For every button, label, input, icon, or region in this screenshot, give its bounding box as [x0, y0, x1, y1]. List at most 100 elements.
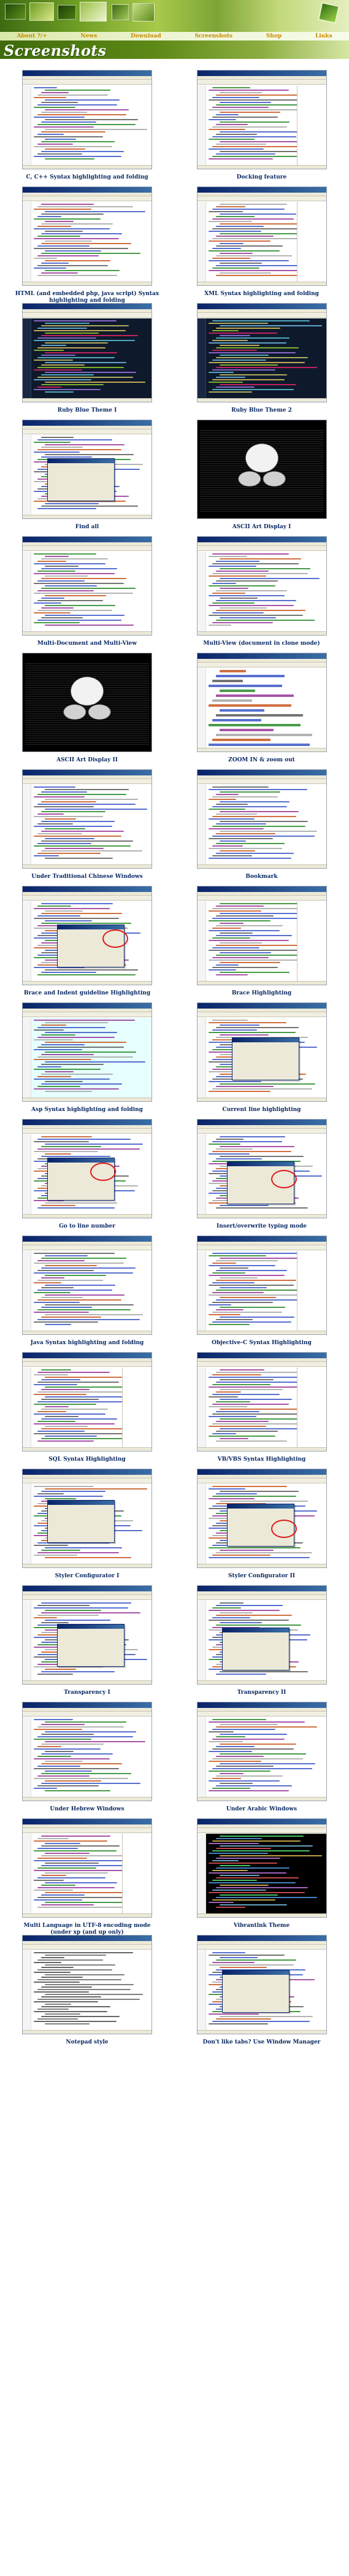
screenshot-thumbnail[interactable] [22, 1002, 152, 1102]
screenshot-thumbnail[interactable] [196, 1352, 327, 1451]
line-number-gutter [197, 1484, 206, 1564]
highlight-circle [270, 1520, 297, 1538]
gallery-item: Docking feature [174, 70, 349, 186]
window-title-bar [23, 1120, 151, 1125]
screenshot-thumbnail[interactable] [196, 70, 327, 169]
line-number-gutter [23, 1251, 31, 1331]
screenshot-thumbnail[interactable] [22, 536, 152, 636]
window-toolbar [197, 1245, 326, 1250]
ascii-art-image [199, 429, 324, 512]
screenshot-thumbnail[interactable] [196, 1818, 327, 1918]
screenshot-caption: Under Traditional Chinese Windows [31, 874, 143, 880]
screenshot-caption: Asp Syntax highlighting and folding [31, 1107, 143, 1113]
window-toolbar [23, 1712, 151, 1717]
editor-area [23, 1018, 151, 1098]
screenshot-thumbnail[interactable] [22, 1352, 152, 1451]
nav-link-shop[interactable]: Shop [266, 33, 282, 39]
nav-link-about[interactable]: About ?/+ [17, 33, 47, 39]
line-number-gutter [23, 785, 31, 864]
banner-screenshot-tile [132, 3, 155, 21]
site-logo[interactable] [318, 2, 340, 24]
screenshot-thumbnail[interactable] [196, 1935, 327, 2034]
screenshot-thumbnail[interactable] [196, 1469, 327, 1568]
window-title-bar [197, 304, 326, 309]
gallery-item: Ruby Blue Theme I [0, 303, 174, 420]
screenshot-thumbnail[interactable] [196, 1002, 327, 1102]
window-toolbar [23, 80, 151, 85]
gallery-item: ASCII Art Display II [0, 653, 174, 769]
screenshot-thumbnail[interactable] [22, 1119, 152, 1218]
gallery-item: SQL Syntax Highlighting [0, 1352, 174, 1469]
window-toolbar [197, 1362, 326, 1367]
screenshot-thumbnail[interactable] [196, 1702, 327, 1801]
window-title-bar [23, 1469, 151, 1475]
window-toolbar [197, 196, 326, 201]
screenshot-thumbnail[interactable] [196, 186, 327, 286]
gallery-item: Objective-C Syntax Highlighting [174, 1236, 349, 1352]
screenshot-caption: Multi-Document and Multi-View [37, 640, 137, 647]
screenshot-thumbnail[interactable] [22, 70, 152, 169]
screenshot-thumbnail[interactable] [22, 886, 152, 985]
highlight-circle [90, 1163, 116, 1181]
gallery-item: Insert/overwrite typing mode [174, 1119, 349, 1236]
docked-panel [122, 1834, 151, 1913]
window-toolbar [23, 429, 151, 434]
window-title-bar [197, 1936, 326, 1941]
nav-link-news[interactable]: News [80, 33, 97, 39]
screenshot-caption: SQL Syntax Highlighting [48, 1456, 126, 1463]
nav-link-download[interactable]: Download [131, 33, 161, 39]
dialog-window [57, 1624, 125, 1667]
window-toolbar [197, 546, 326, 551]
screenshot-thumbnail[interactable] [22, 1236, 152, 1335]
screenshot-thumbnail[interactable] [196, 653, 327, 752]
gallery-item: Transparency II [174, 1585, 349, 1702]
screenshot-thumbnail[interactable] [22, 186, 152, 286]
window-toolbar [197, 896, 326, 901]
window-toolbar [197, 1945, 326, 1950]
screenshot-thumbnail[interactable] [196, 1236, 327, 1335]
screenshot-thumbnail[interactable] [196, 536, 327, 636]
screenshot-thumbnail[interactable] [22, 769, 152, 869]
editor-area [23, 785, 151, 864]
nav-link-links[interactable]: Links [315, 33, 332, 39]
gallery-item: Styler Configurator II [174, 1469, 349, 1585]
screenshot-thumbnail[interactable] [22, 303, 152, 402]
window-status-bar [197, 1098, 326, 1101]
screenshot-thumbnail[interactable] [22, 1818, 152, 1918]
screenshot-caption: Objective-C Syntax Highlighting [212, 1340, 312, 1346]
docked-panel [296, 901, 326, 981]
page-title: Screenshots [4, 42, 107, 60]
screenshot-thumbnail[interactable] [196, 1119, 327, 1218]
screenshot-thumbnail[interactable] [22, 1702, 152, 1801]
screenshot-thumbnail[interactable] [22, 653, 152, 752]
screenshot-thumbnail[interactable] [196, 1585, 327, 1685]
screenshot-thumbnail[interactable] [196, 769, 327, 869]
gallery-item: Asp Syntax highlighting and folding [0, 1002, 174, 1119]
screenshot-thumbnail[interactable] [196, 420, 327, 519]
line-number-gutter [197, 901, 206, 981]
nav-link-screenshots[interactable]: Screenshots [194, 33, 232, 39]
screenshot-caption: Vibrantlnk Theme [233, 1923, 290, 1929]
window-status-bar [23, 1564, 151, 1567]
screenshot-thumbnail[interactable] [22, 1935, 152, 2034]
line-number-gutter [197, 1950, 206, 2030]
dialog-window [47, 458, 115, 501]
screenshot-thumbnail[interactable] [22, 1469, 152, 1568]
window-toolbar [23, 313, 151, 318]
screenshot-thumbnail[interactable] [196, 886, 327, 985]
screenshot-thumbnail[interactable] [22, 420, 152, 519]
line-number-gutter [197, 1717, 206, 1797]
line-number-gutter [197, 1601, 206, 1680]
line-number-gutter [23, 1484, 31, 1564]
gallery-item: Java Syntax highlighting and folding [0, 1236, 174, 1352]
highlight-circle [270, 1170, 297, 1188]
docked-panel [122, 1367, 151, 1447]
gallery-item: XML Syntax highlighting and folding [174, 186, 349, 303]
screenshot-thumbnail[interactable] [22, 1585, 152, 1685]
window-title-bar [23, 1003, 151, 1009]
screenshot-thumbnail[interactable] [196, 303, 327, 402]
line-number-gutter [197, 668, 206, 748]
screenshot-caption: Styler Configurator II [228, 1573, 296, 1579]
gallery-item: Notepad style [0, 1935, 174, 2051]
line-number-gutter [23, 1601, 31, 1680]
